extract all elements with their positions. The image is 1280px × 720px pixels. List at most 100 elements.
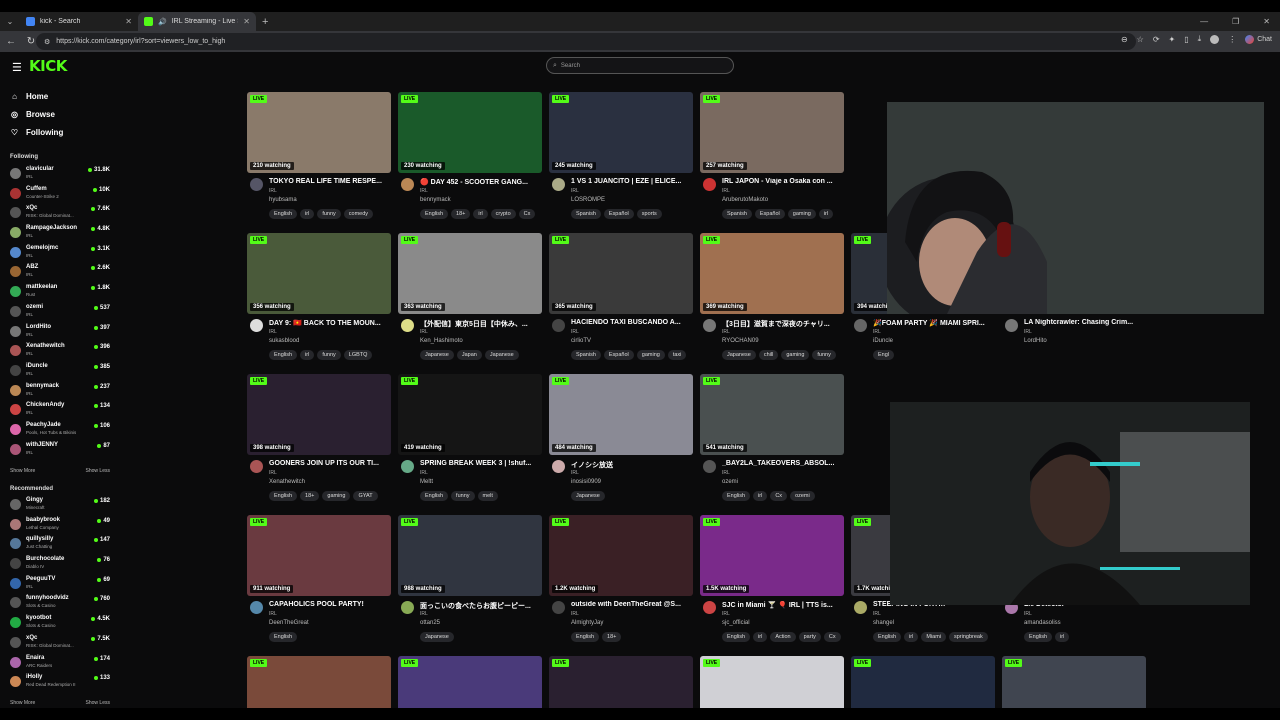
stream-category[interactable]: IRL [420,470,428,476]
sidebar-channel[interactable]: bennymack IRL 237 [10,381,110,401]
stream-thumbnail[interactable]: LIVE 419 watching [398,374,542,455]
streamer-avatar[interactable] [250,601,263,614]
tag[interactable]: Japanese [420,350,454,360]
close-icon[interactable]: ✕ [125,17,132,26]
streamer-name[interactable]: ozemi [722,479,738,485]
profile-avatar[interactable] [1210,34,1220,44]
sidebar-channel[interactable]: kyootbot Slots & Casino 4.5K [10,613,110,633]
streamer-name[interactable]: Xenathewitch [269,479,305,485]
sidebar-channel[interactable]: ozemi IRL 537 [10,302,110,322]
sidebar-channel[interactable]: ChickenAndy IRL 134 [10,400,110,420]
sidebar-icon[interactable]: ▯ [1184,35,1188,44]
sidebar-channel[interactable]: Cuffem Counter-Strike 2 10K [10,184,110,204]
tag[interactable]: party [798,632,821,642]
tag[interactable]: Cx [770,491,788,501]
stream-title[interactable]: 【外配信】東京5日目【中休み、... [420,319,540,329]
stream-category[interactable]: IRL [722,329,730,335]
stream-thumbnail[interactable]: LIVE 988 watching [398,515,542,596]
stream-title[interactable]: TOKYO REAL LIFE TIME RESPE... [269,178,389,185]
sidebar-channel[interactable]: baabybrook Lethal Company 49 [10,515,110,535]
streamer-avatar[interactable] [401,601,414,614]
stream-category[interactable]: IRL [571,329,579,335]
speaker-icon[interactable]: 🔊 [158,18,167,26]
zoom-icon[interactable]: ⊖ [1121,35,1128,44]
stream-title[interactable]: SJC in Miami 🍸 🎈 IRL | TTS is... [722,601,842,609]
sidebar-channel[interactable]: iHolly Red Dead Redemption II 133 [10,672,110,692]
stream-category[interactable]: IRL [722,188,730,194]
streamer-avatar[interactable] [703,319,716,332]
search-bar[interactable]: ⌕ Search [546,57,734,74]
tag[interactable]: funny [812,350,836,360]
tag[interactable]: springbreak [949,632,988,642]
stream-title[interactable]: GOONERS JOIN UP ITS OUR TI... [269,460,389,467]
show-less-link[interactable]: Show Less [86,700,110,706]
sidebar-channel[interactable]: ABZ IRL 2.6K [10,262,110,282]
nav-home[interactable]: ⌂ Home [10,87,63,105]
streamer-avatar[interactable] [703,178,716,191]
bookmark-star-icon[interactable]: ☆ [1137,35,1144,44]
sidebar-channel[interactable]: iDuncle IRL 385 [10,361,110,381]
tag[interactable]: English [722,491,751,501]
stream-title[interactable]: イノシシ放送 [571,460,691,470]
tag[interactable]: irl [300,350,315,360]
tag[interactable]: gaming [636,350,665,360]
stream-title[interactable]: SPRING BREAK WEEK 3 | !shuf... [420,460,540,467]
sidebar-channel[interactable]: withJENNY IRL 87 [10,440,110,460]
tag[interactable]: funny [451,491,475,501]
tag[interactable]: irl [1055,632,1070,642]
tag[interactable]: English [269,350,298,360]
tag[interactable]: Japanese [420,632,454,642]
sidebar-channel[interactable]: Gingy Minecraft 182 [10,495,110,515]
tag[interactable]: 18+ [451,209,471,219]
stream-thumbnail[interactable]: LIVE 398 watching [247,374,391,455]
streamer-name[interactable]: bennymack [420,197,451,203]
streamer-avatar[interactable] [250,460,263,473]
tag[interactable]: funny [317,209,341,219]
tag[interactable]: Spanish [571,350,601,360]
tag[interactable]: irl [818,209,834,219]
stream-thumbnail[interactable]: LIVE 1.2K watching [549,515,693,596]
tag[interactable]: irl [753,491,768,501]
stream-thumbnail[interactable]: LIVE [549,656,693,708]
sidebar-channel[interactable]: Burchocolate Diablo IV 76 [10,554,110,574]
kick-logo[interactable]: KICK [29,57,67,75]
stream-thumbnail[interactable]: LIVE 1.5K watching [700,515,844,596]
stream-category[interactable]: IRL [571,611,579,617]
nav-browse[interactable]: ◎ Browse [10,105,63,123]
tag[interactable]: irl [300,209,315,219]
streamer-avatar[interactable] [854,319,867,332]
streamer-avatar[interactable] [703,460,716,473]
stream-thumbnail[interactable]: LIVE [851,656,995,708]
streamer-name[interactable]: LordHito [1024,338,1047,344]
tag[interactable]: funny [317,350,341,360]
stream-thumbnail[interactable]: LIVE 365 watching [549,233,693,314]
stream-thumbnail[interactable]: LIVE 230 watching [398,92,542,173]
streamer-avatar[interactable] [1005,319,1018,332]
streamer-name[interactable]: AlmightyJay [571,620,603,626]
stream-category[interactable]: IRL [269,329,277,335]
stream-title[interactable]: 面っこいの食べたらお腹ピーピー... [420,601,540,611]
streamer-name[interactable]: inosisi0909 [571,479,601,485]
close-icon[interactable]: ✕ [243,17,250,26]
tag[interactable]: Japan [456,350,482,360]
streamer-name[interactable]: Meltt [420,479,433,485]
streamer-name[interactable]: iDuncle [873,338,893,344]
tag[interactable]: English [722,632,751,642]
streamer-avatar[interactable] [401,460,414,473]
stream-category[interactable]: IRL [873,611,881,617]
tag[interactable]: ozemi [790,491,815,501]
stream-category[interactable]: IRL [722,611,730,617]
sidebar-channel[interactable]: PeachyJade Pools, Hot Tubs & Bikinis 106 [10,420,110,440]
show-less-link[interactable]: Show Less [86,468,110,474]
tag[interactable]: Spanish [571,209,601,219]
show-more-link[interactable]: Show More [10,468,35,474]
tag[interactable]: English [269,209,298,219]
sidebar-channel[interactable]: xQc RISK: Global Dominat... 7.5K [10,633,110,653]
stream-thumbnail[interactable]: LIVE 245 watching [549,92,693,173]
tab-kick-search[interactable]: kick - Search ✕ [20,12,138,31]
streamer-avatar[interactable] [250,178,263,191]
extension-icon[interactable]: ⟳ [1153,35,1160,44]
streamer-avatar[interactable] [703,601,716,614]
sidebar-channel[interactable]: funnyhoodvidz Slots & Casino 760 [10,593,110,613]
stream-thumbnail[interactable]: LIVE [700,656,844,708]
